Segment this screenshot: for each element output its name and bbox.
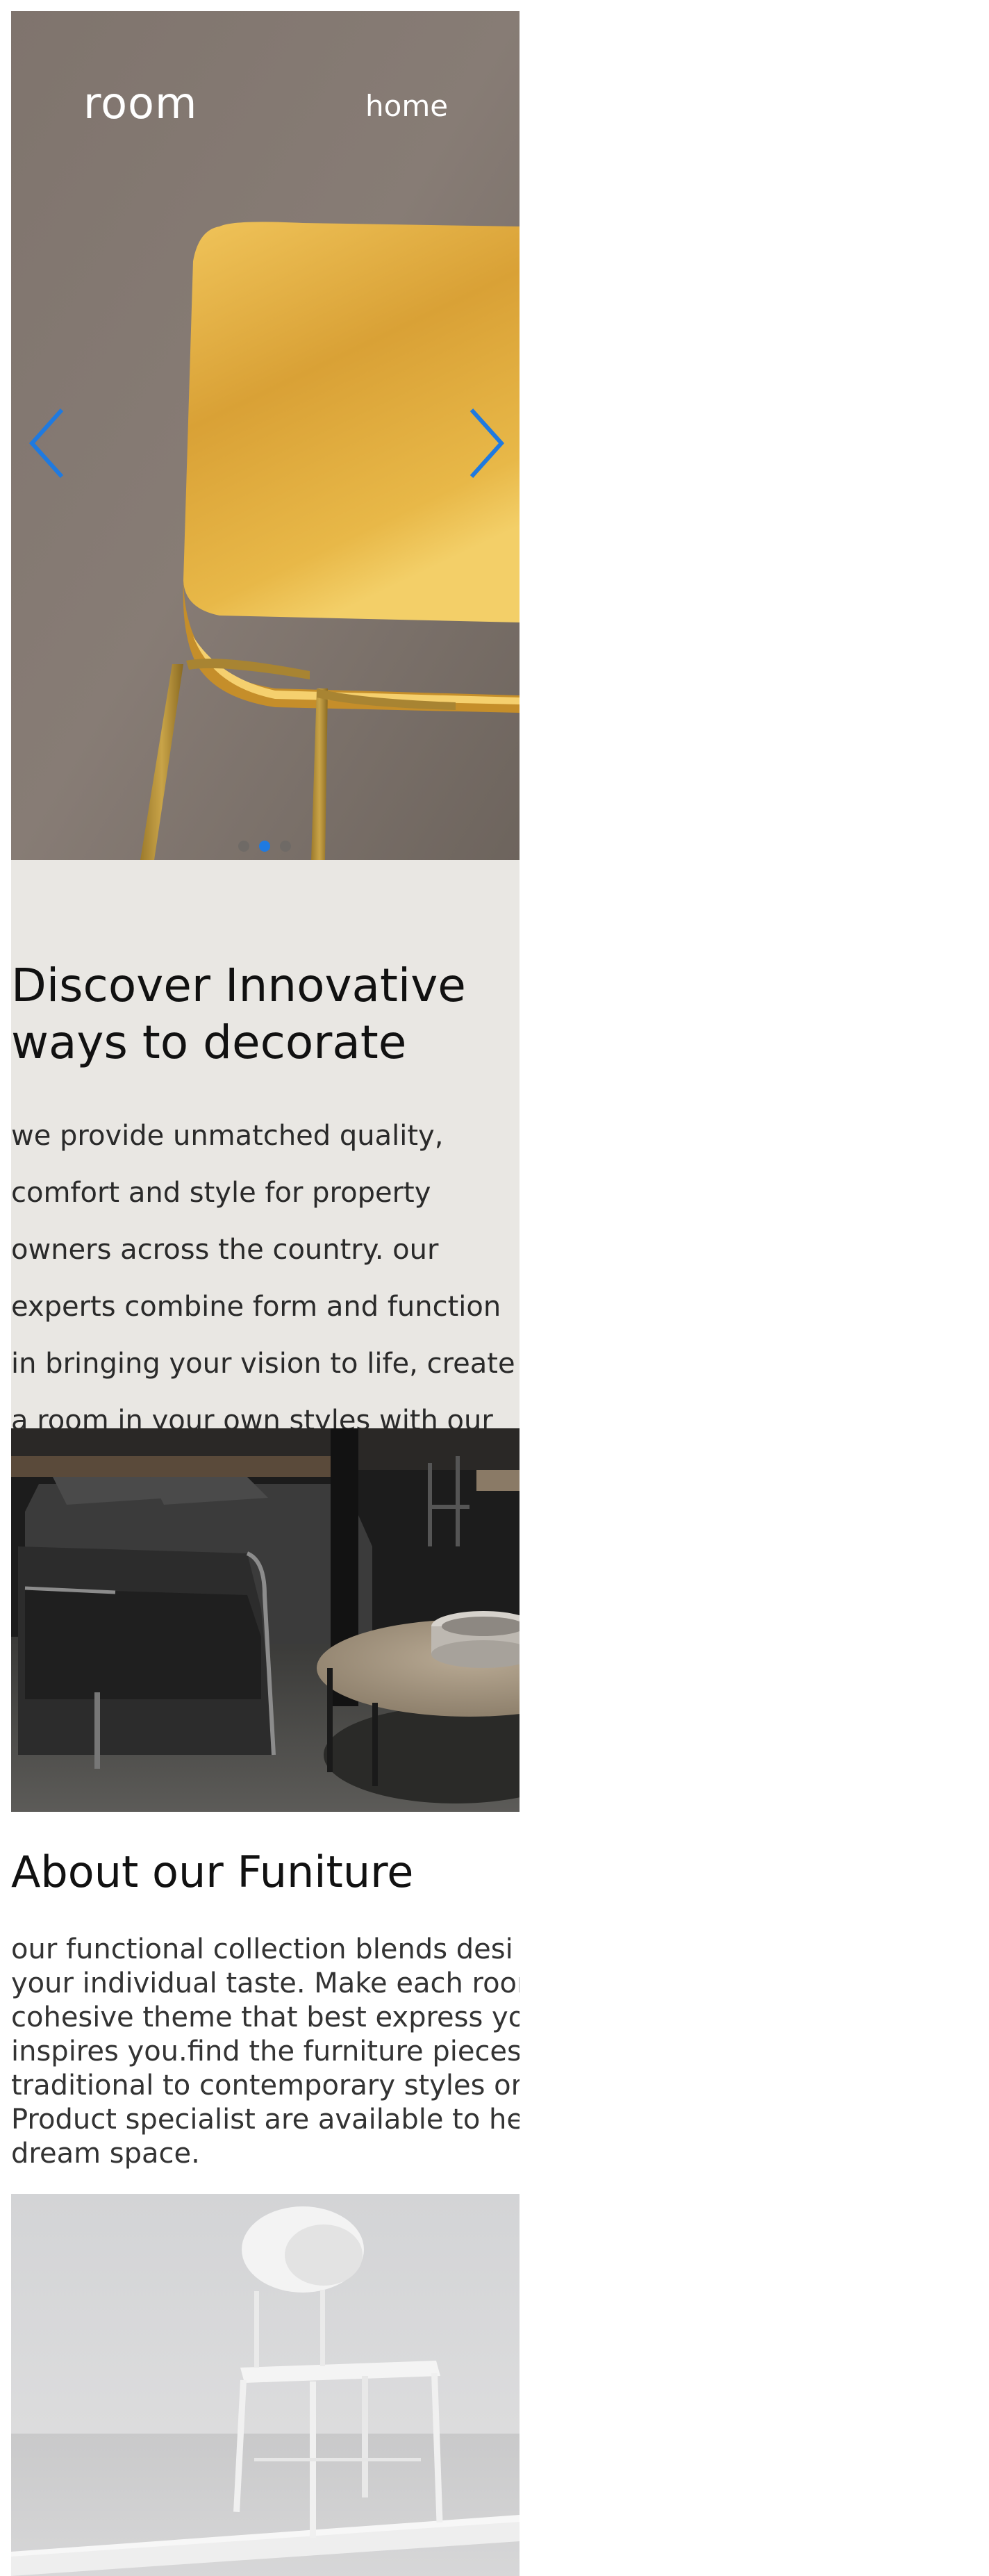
about-line-1: our functional collection blends desi <box>11 1933 513 1965</box>
about-line-7: dream space. <box>11 2138 200 2170</box>
about-description: our functional collection blends desi yo… <box>11 1933 520 2171</box>
white-chair-image <box>11 2194 520 2576</box>
slider-dot-2[interactable] <box>259 841 270 852</box>
hero-slider: room home <box>11 11 520 860</box>
discover-section: Discover Innovative ways to decorate we … <box>11 860 520 1428</box>
about-title: About our Funiture <box>11 1847 414 1897</box>
about-line-3: cohesive theme that best express yo <box>11 2001 520 2033</box>
discover-title-line-2: ways to decorate <box>11 1016 407 1069</box>
logo[interactable]: room <box>83 78 197 129</box>
chevron-left-icon <box>28 408 64 479</box>
discover-title: Discover Innovative ways to decorate <box>11 957 518 1071</box>
nav-link-home[interactable]: home <box>365 89 448 123</box>
discover-title-line-1: Discover Innovative <box>11 959 466 1012</box>
slider-dot-1[interactable] <box>238 841 249 852</box>
white-chair-photo <box>11 2194 520 2576</box>
about-line-2: your individual taste. Make each roor <box>11 1967 520 1999</box>
chevron-right-icon <box>469 408 505 479</box>
about-line-6: Product specialist are available to he <box>11 2104 520 2136</box>
living-room-image <box>11 1428 520 1812</box>
about-section: About our Funiture our functional collec… <box>11 1812 520 2194</box>
about-line-4: inspires you.find the furniture pieces <box>11 2036 520 2067</box>
about-line-5: traditional to contemporary styles or <box>11 2070 520 2102</box>
slider-dot-3[interactable] <box>280 841 291 852</box>
discover-description: we provide unmatched quality, comfort an… <box>11 1120 515 1428</box>
living-room-photo <box>11 1428 520 1812</box>
page-container: room home Discover Innovative ways to de… <box>11 11 520 2576</box>
slider-prev-button[interactable] <box>24 402 72 485</box>
slider-next-button[interactable] <box>461 402 510 485</box>
page-body: { "header": { "logo": "room", "nav_home"… <box>0 0 989 2576</box>
hero-yellow-chair-image <box>11 11 520 860</box>
slider-pagination <box>238 841 291 852</box>
